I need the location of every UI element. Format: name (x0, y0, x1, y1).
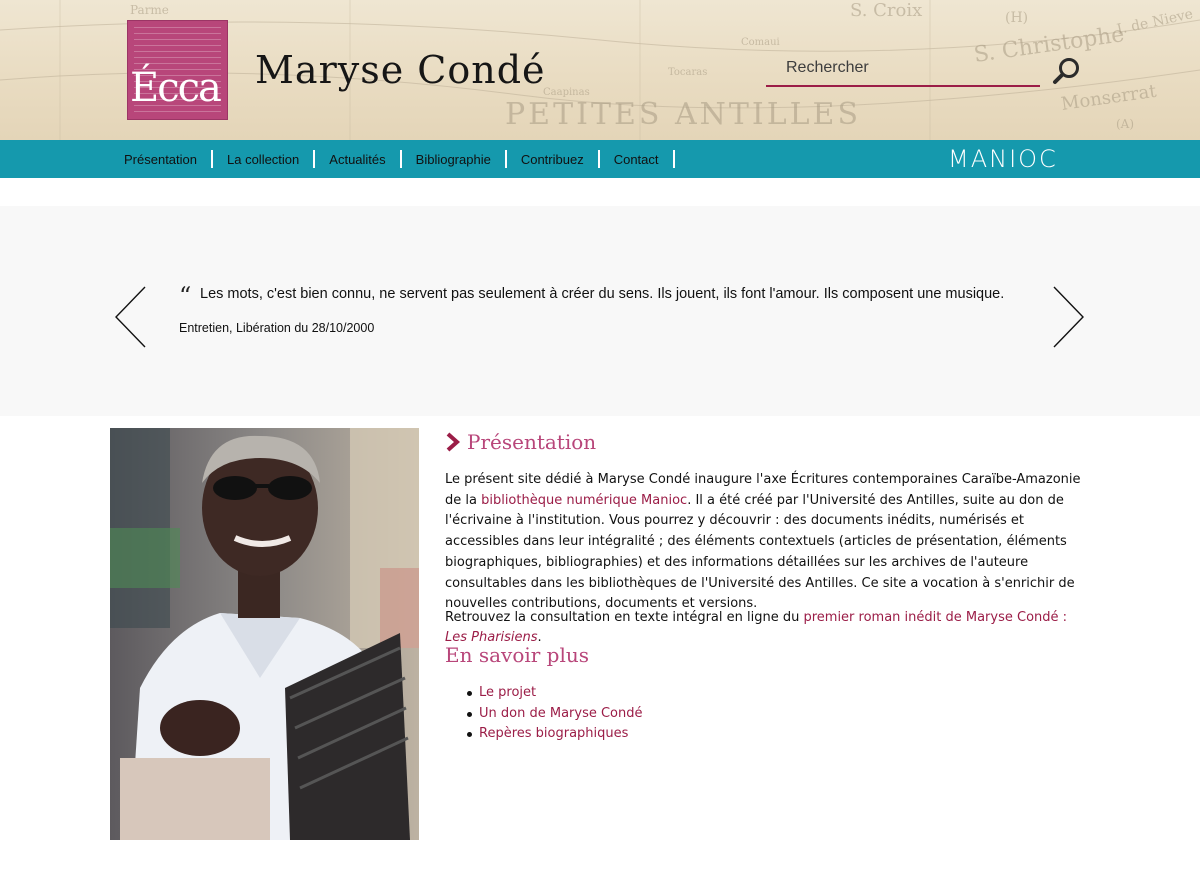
author-photo (110, 428, 419, 840)
quote-carousel (0, 206, 1200, 416)
paragraph-text: Retrouvez la consultation en texte intég… (445, 610, 804, 625)
map-label: Parme (130, 3, 169, 17)
chevron-right-icon (446, 432, 461, 452)
site-title[interactable]: Maryse Condé (255, 48, 546, 92)
search-button[interactable] (1052, 56, 1082, 86)
chevron-right-icon (1053, 286, 1084, 348)
nav-item-contact[interactable]: Contact (600, 152, 673, 167)
chevron-left-icon (115, 286, 146, 348)
search-box (766, 52, 1040, 87)
map-label: PETITES ANTILLES (505, 97, 861, 132)
savoir-title: En savoir plus (445, 643, 590, 667)
map-label: I. de Nieve (1116, 6, 1195, 38)
consultation-paragraph: Retrouvez la consultation en texte intég… (445, 608, 1085, 648)
nav-separator (672, 150, 675, 168)
map-label: Tocaras (668, 67, 707, 78)
carousel-next-button[interactable] (1052, 286, 1086, 348)
carousel-prev-button[interactable] (114, 286, 148, 348)
link-un-don[interactable]: Un don de Maryse Condé (479, 706, 643, 721)
savoir-list: Le projet Un don de Maryse Condé Repères… (467, 683, 643, 745)
quote-source: Entretien, Libération du 28/10/2000 (179, 321, 375, 335)
map-label: (A) (1116, 117, 1134, 131)
nav-item-presentation[interactable]: Présentation (110, 152, 211, 167)
map-label: Caapinas (543, 87, 590, 98)
presentation-heading: Présentation (445, 430, 596, 454)
map-label: (H) (1005, 10, 1028, 26)
manioc-library-link[interactable]: bibliothèque numérique Manioc (481, 493, 687, 508)
list-item: Repères biographiques (467, 724, 643, 745)
quote-text: Les mots, c'est bien connu, ne servent p… (200, 286, 1005, 302)
map-label: Comaui (741, 37, 780, 48)
link-reperes[interactable]: Repères biographiques (479, 726, 628, 741)
presentation-paragraph: Le présent site dédié à Maryse Condé ina… (445, 470, 1085, 615)
map-label: S. Croix (850, 0, 922, 21)
list-item: Le projet (467, 683, 643, 704)
quote-mark-icon: “ (179, 282, 192, 310)
search-input[interactable] (766, 52, 1040, 84)
nav-item-bibliographie[interactable]: Bibliographie (402, 152, 505, 167)
ecca-logo[interactable]: Écca (127, 20, 228, 120)
link-le-projet[interactable]: Le projet (479, 685, 536, 700)
paragraph-text: . Il a été créé par l'Université des Ant… (445, 492, 1075, 612)
nav-item-collection[interactable]: La collection (213, 152, 313, 167)
magnifier-icon (1053, 58, 1079, 84)
nav-item-contribuez[interactable]: Contribuez (507, 152, 598, 167)
manioc-logo[interactable]: MANIOC (948, 142, 1058, 176)
list-item: Un don de Maryse Condé (467, 704, 643, 725)
link-text: premier roman inédit de Maryse Condé : (803, 610, 1068, 625)
manioc-logo-text: MANIOC (948, 145, 1058, 173)
nav-item-actualites[interactable]: Actualités (315, 152, 399, 167)
presentation-title: Présentation (467, 430, 597, 454)
header-banner: Parme S. Croix S. Christophe PETITES ANT… (0, 0, 1200, 140)
logo-text: Écca (130, 65, 222, 111)
